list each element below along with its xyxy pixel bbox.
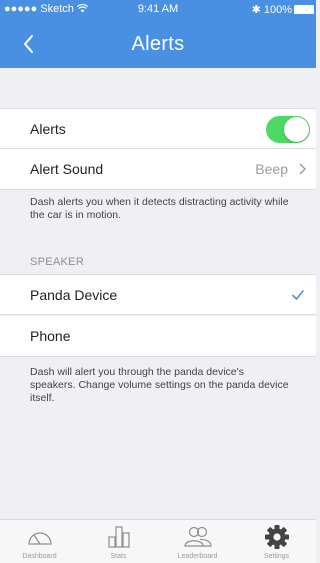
tab-label: Stats <box>110 553 127 560</box>
tab-label: Dashboard <box>22 553 57 560</box>
speaker-note: Dash will alert you through the panda de… <box>30 366 289 404</box>
checkmark-icon <box>292 290 304 300</box>
toggle-knob <box>284 117 309 142</box>
speaker-option-label: Phone <box>30 328 71 344</box>
chevron-right-icon <box>299 163 306 175</box>
tab-settings[interactable]: Settings <box>237 520 316 563</box>
users-icon <box>183 526 212 547</box>
alert-sound-row[interactable]: Alert Sound Beep <box>0 149 316 190</box>
tab-label: Settings <box>263 553 290 560</box>
alert-sound-value: Beep <box>255 161 288 177</box>
alerts-note: Dash alerts you when it detects distract… <box>30 196 289 221</box>
alerts-row: Alerts <box>0 108 316 149</box>
speaker-option-label: Panda Device <box>30 287 118 303</box>
gear-icon <box>264 525 289 549</box>
speaker-option-panda-device[interactable]: Panda Device <box>0 274 316 315</box>
alerts-label: Alerts <box>30 121 66 137</box>
tab-label: Leaderboard <box>177 553 218 560</box>
tab-bar: Dashboard Stats Leaderboard Settings <box>0 519 316 563</box>
alerts-toggle[interactable] <box>266 116 310 143</box>
tab-stats[interactable]: Stats <box>79 520 158 563</box>
battery-icon <box>294 5 314 14</box>
speaker-option-phone[interactable]: Phone <box>0 316 316 357</box>
speedometer-icon <box>27 532 52 545</box>
alert-sound-label: Alert Sound <box>30 161 104 177</box>
status-bar: ●●●●● Sketch 9:41 AM ✱ 100% <box>0 0 316 20</box>
bar-chart-icon <box>107 526 130 548</box>
battery-percent: ✱ 100% <box>251 4 292 16</box>
speaker-section-header: SPEAKER <box>30 256 85 268</box>
nav-bar: Alerts <box>0 20 316 68</box>
tab-leaderboard[interactable]: Leaderboard <box>158 520 237 563</box>
tab-dashboard[interactable]: Dashboard <box>0 520 79 563</box>
page-title: Alerts <box>131 33 185 55</box>
